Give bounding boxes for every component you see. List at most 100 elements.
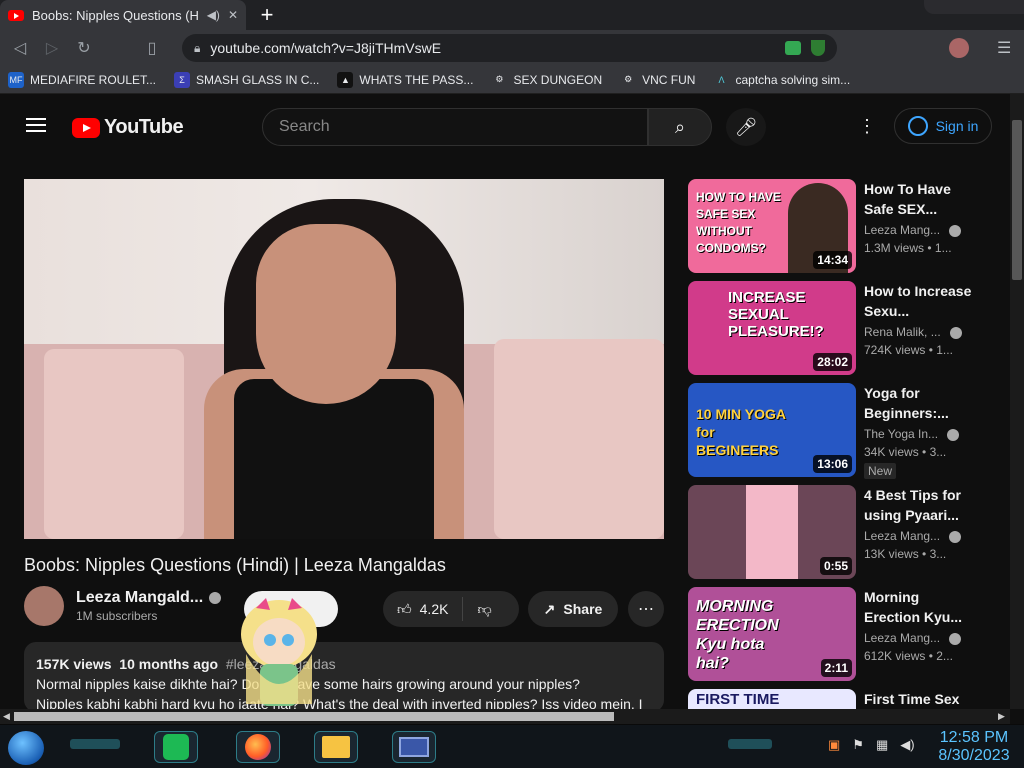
taskbar-decoration	[70, 739, 120, 749]
taskbar-spotify[interactable]	[154, 731, 198, 763]
youtube-page: YouTube Search ⌕ 🎤︎ ⋮ Sign in Boobs: Nip…	[0, 94, 1010, 709]
thumbs-down-icon: 👎︎	[477, 600, 492, 617]
browser-tab[interactable]: Boobs: Nipples Questions (Hin ◀) ✕	[0, 0, 246, 30]
recommended-video[interactable]: HOW TO HAVE SAFE SEX WITHOUT CONDOMS? 14…	[688, 179, 998, 273]
close-tab-icon[interactable]: ✕	[228, 8, 238, 22]
forward-icon[interactable]: ▷	[42, 38, 62, 58]
reload-icon[interactable]: ↻	[74, 38, 94, 58]
spotify-icon	[163, 734, 189, 760]
gear-icon: ⚙	[624, 74, 633, 84]
video-thumbnail[interactable]: MORNING ERECTION Kyu hota hai? 2:11	[688, 587, 856, 681]
taskbar: ▣ ⚑ ▦ ◀) 12:58 PM 8/30/2023	[0, 724, 1024, 768]
profile-avatar[interactable]	[949, 38, 969, 58]
address-bar[interactable]: 🔒︎ youtube.com/watch?v=J8jiTHmVswE	[182, 34, 837, 62]
firefox-icon	[245, 734, 271, 760]
thumbnail-frame	[746, 485, 798, 579]
video-title: Boobs: Nipples Questions (Hindi) | Leeza…	[24, 555, 446, 575]
recommended-video[interactable]: 10 MIN YOGA for BEGINEERS 13:06 Yoga for…	[688, 383, 998, 479]
horizontal-scrollbar-thumb[interactable]	[14, 712, 614, 721]
bookmark-item[interactable]: Λcaptcha solving sim...	[713, 72, 850, 88]
scroll-left-icon[interactable]: ◀	[3, 711, 10, 722]
flag-icon[interactable]: ⚑	[852, 737, 864, 753]
verified-icon	[947, 428, 960, 441]
app-tray-icon[interactable]: ▣	[828, 737, 840, 753]
cartoon-eye	[264, 634, 276, 646]
search-input[interactable]: Search	[262, 108, 648, 146]
channel-name[interactable]: Leeza Mangald...	[76, 589, 222, 607]
bookmark-item[interactable]: MF MEDIAFIRE ROULET...	[8, 71, 156, 88]
scroll-right-icon[interactable]: ▶	[998, 711, 1005, 722]
new-badge: New	[864, 463, 897, 479]
more-horizontal-icon: ⋯	[638, 601, 654, 618]
like-dislike-group: 👍︎ 4.2K 👎︎	[383, 591, 519, 627]
cartoon-desktop-buddy[interactable]	[236, 594, 322, 709]
video-thumbnail[interactable]: HOW TO HAVE SAFE SEX WITHOUT CONDOMS? 14…	[688, 179, 856, 273]
verified-icon	[950, 326, 963, 339]
video-thumbnail[interactable]: 0:55	[688, 485, 856, 579]
start-button[interactable]	[8, 731, 44, 765]
tab-title: Boobs: Nipples Questions (Hin	[32, 7, 199, 23]
search-button[interactable]: ⌕	[648, 108, 712, 146]
video-player[interactable]	[24, 179, 664, 539]
channel-avatar[interactable]	[24, 586, 64, 626]
account-icon	[907, 116, 928, 136]
youtube-play-icon	[72, 117, 100, 138]
bookmark-item[interactable]: ⚙ SEX DUNGEON	[491, 72, 602, 88]
video-description[interactable]: 157K views 10 months ago #leezamangaldas…	[24, 642, 664, 709]
verified-icon	[949, 632, 962, 645]
bookmark-item[interactable]: Σ SMASH GLASS IN C...	[174, 71, 319, 88]
bookmark-item[interactable]: ▲ WHATS THE PASS...	[337, 71, 473, 88]
bookmarks-bar: MF MEDIAFIRE ROULET... Σ SMASH GLASS IN C.…	[0, 66, 1024, 94]
recommended-video[interactable]: 0:55 4 Best Tips for using Pyaari... Lee…	[688, 485, 998, 579]
horizontal-scrollbar[interactable]: ◀ ▶	[0, 709, 1010, 724]
browser-toolbar: ◁ ▷ ↻ ▯ 🔒︎ youtube.com/watch?v=J8jiTHmVs…	[0, 30, 1024, 66]
scrollbar-thumb[interactable]	[1012, 120, 1022, 280]
subscriber-count: 1M subscribers	[76, 609, 158, 623]
taskbar-decoration	[728, 739, 772, 749]
sigma-icon: Σ	[174, 71, 191, 88]
search-icon: ⌕	[674, 116, 686, 137]
video-thumbnail[interactable]: FIRST TIME	[688, 689, 856, 709]
like-button[interactable]: 👍︎ 4.2K	[383, 597, 464, 621]
cartoon-horn	[288, 598, 302, 610]
youtube-logo[interactable]: YouTube	[72, 116, 184, 139]
volume-icon[interactable]: ◀)	[900, 737, 914, 753]
back-icon[interactable]: ◁	[10, 38, 30, 58]
speaker-icon[interactable]: ◀)	[207, 8, 220, 22]
extension-green-icon[interactable]	[785, 41, 801, 55]
extension-shield-icon[interactable]	[811, 40, 825, 56]
voice-search-button[interactable]: 🎤︎	[726, 108, 766, 146]
channel-info: Leeza Mangald... 1M subscribers	[24, 586, 222, 626]
menu-icon[interactable]	[26, 118, 46, 132]
recommended-video[interactable]: MORNING ERECTION Kyu hota hai? 2:11 Morn…	[688, 587, 998, 681]
bookmark-icon[interactable]: ▯	[142, 38, 162, 58]
more-actions-button[interactable]: ⋯	[628, 591, 664, 627]
dislike-button[interactable]: 👎︎	[463, 601, 505, 618]
verified-icon	[209, 591, 222, 604]
recommended-video[interactable]: FIRST TIME First Time Sex	[688, 689, 998, 709]
recommended-video[interactable]: INCREASE SEXUAL PLEASURE!? 28:02 How to …	[688, 281, 998, 375]
bookmark-item[interactable]: ⚙ VNC FUN	[620, 72, 695, 88]
share-button[interactable]: ↗ Share	[528, 591, 618, 627]
triangle-icon: ▲	[337, 71, 354, 88]
network-icon[interactable]: ▦	[876, 737, 888, 753]
youtube-favicon-icon	[8, 9, 24, 21]
microphone-icon: 🎤︎	[734, 116, 758, 137]
window-app-icon	[399, 737, 429, 757]
taskbar-window-app[interactable]	[392, 731, 436, 763]
settings-more-icon[interactable]: ⋮	[858, 116, 876, 137]
cartoon-face	[253, 618, 305, 666]
cartoon-eye	[282, 634, 294, 646]
lock-icon: 🔒︎	[194, 40, 201, 55]
video-thumbnail[interactable]: INCREASE SEXUAL PLEASURE!? 28:02	[688, 281, 856, 375]
mediafire-icon: MF	[8, 71, 24, 88]
taskbar-firefox[interactable]	[236, 731, 280, 763]
video-frame-pillow	[494, 339, 664, 539]
sign-in-button[interactable]: Sign in	[894, 108, 992, 144]
video-thumbnail[interactable]: 10 MIN YOGA for BEGINEERS 13:06	[688, 383, 856, 477]
system-clock[interactable]: 12:58 PM 8/30/2023	[930, 729, 1018, 765]
video-frame-person	[256, 224, 396, 404]
new-tab-button[interactable]: +	[254, 2, 280, 28]
browser-menu-icon[interactable]: ☰	[997, 38, 1011, 58]
taskbar-file-explorer[interactable]	[314, 731, 358, 763]
